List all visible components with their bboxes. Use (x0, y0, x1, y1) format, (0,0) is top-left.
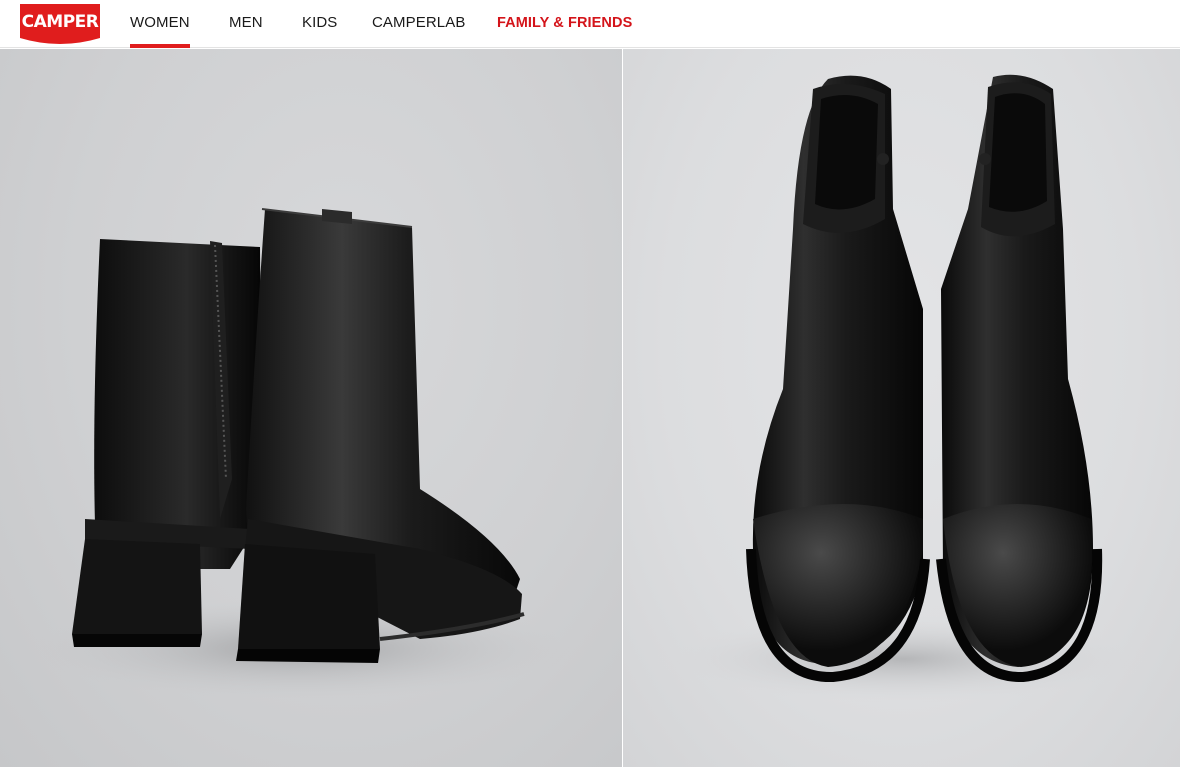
product-image-front[interactable] (623, 49, 1180, 767)
camper-logo-icon: CAMPER (20, 4, 100, 44)
site-header: CAMPER WOMEN MEN KIDS CAMPERLAB FAMILY &… (0, 0, 1180, 48)
nav-item-men[interactable]: MEN (229, 0, 263, 48)
product-gallery (0, 49, 1180, 767)
boots-back-view-icon (30, 208, 570, 699)
nav-item-kids[interactable]: KIDS (302, 0, 337, 48)
boots-front-view-icon (653, 74, 1153, 704)
nav-item-family-friends[interactable]: FAMILY & FRIENDS (497, 0, 632, 48)
svg-text:CAMPER: CAMPER (22, 12, 99, 32)
nav-item-women[interactable]: WOMEN (130, 0, 190, 48)
product-image-back[interactable] (0, 49, 622, 767)
nav-item-camperlab[interactable]: CAMPERLAB (372, 0, 465, 48)
camper-logo[interactable]: CAMPER (20, 4, 100, 44)
